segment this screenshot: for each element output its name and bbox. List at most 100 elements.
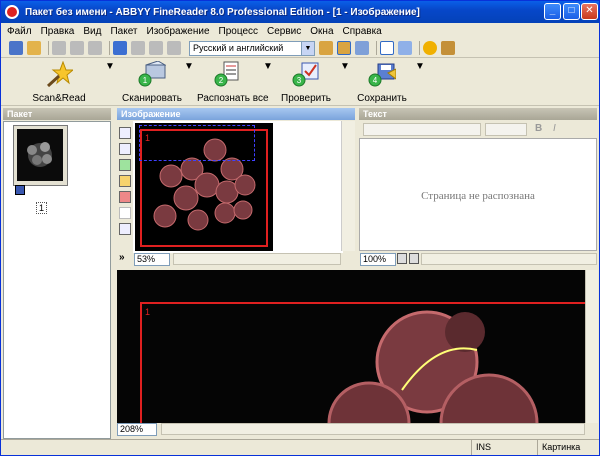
menu-help[interactable]: Справка bbox=[343, 26, 382, 37]
thumbnail-beads-image bbox=[27, 142, 52, 167]
save-icon: 4 bbox=[368, 63, 397, 87]
select-area-icon[interactable] bbox=[119, 127, 131, 139]
window-title: Пакет без имени - ABBYY FineReader 8.0 P… bbox=[25, 6, 420, 18]
language-select[interactable]: Русский и английский ▼ bbox=[189, 40, 315, 56]
undo-icon[interactable] bbox=[113, 41, 127, 55]
show-formatting-icon[interactable] bbox=[397, 253, 407, 264]
redo-icon[interactable] bbox=[131, 41, 145, 55]
page-type-icon bbox=[15, 185, 25, 195]
italic-icon[interactable]: I bbox=[553, 123, 556, 134]
save-dropdown[interactable]: ▼ bbox=[415, 61, 425, 105]
recognize-icon: 2 bbox=[214, 61, 239, 87]
expand-tools-icon[interactable]: » bbox=[119, 252, 125, 263]
copy-icon[interactable] bbox=[70, 41, 84, 55]
image-zoom-select[interactable]: 53% bbox=[134, 253, 170, 266]
bold-icon[interactable]: B bbox=[535, 123, 542, 134]
text-horizontal-scrollbar[interactable] bbox=[421, 253, 597, 265]
menu-windows[interactable]: Окна bbox=[310, 26, 333, 37]
visible-area-frame[interactable] bbox=[139, 125, 255, 161]
recognize-all-button[interactable]: 2 Распознать все bbox=[197, 61, 269, 105]
minimize-button[interactable]: _ bbox=[544, 3, 561, 20]
crop-icon[interactable] bbox=[119, 223, 131, 235]
menu-view[interactable]: Вид bbox=[83, 26, 101, 37]
menu-file[interactable]: Файл bbox=[7, 26, 32, 37]
page-layout-icon[interactable] bbox=[409, 253, 419, 264]
text-window-icon[interactable] bbox=[355, 41, 369, 55]
scan-read-button[interactable]: Scan&Read bbox=[31, 60, 87, 105]
svg-text:4: 4 bbox=[373, 76, 378, 85]
image-zoom-value: 53% bbox=[137, 254, 156, 264]
app-window: Пакет без имени - ABBYY FineReader 8.0 P… bbox=[0, 0, 600, 456]
image-tools bbox=[117, 123, 133, 253]
close-button[interactable]: ✕ bbox=[581, 3, 598, 20]
paste-icon[interactable] bbox=[88, 41, 102, 55]
page-number: 1 bbox=[36, 202, 48, 214]
table-block-icon[interactable] bbox=[119, 175, 131, 187]
check-dropdown[interactable]: ▼ bbox=[340, 61, 350, 105]
image-text-window-icon[interactable] bbox=[337, 41, 351, 55]
save-button[interactable]: 4 Сохранить bbox=[357, 61, 407, 105]
scan-read-label: Scan&Read bbox=[32, 93, 86, 104]
image-horizontal-scrollbar[interactable] bbox=[173, 253, 341, 265]
text-zoom-select[interactable]: 100% bbox=[360, 253, 396, 266]
image-window-icon[interactable] bbox=[319, 41, 333, 55]
menu-edit[interactable]: Правка bbox=[41, 26, 75, 37]
title-bar[interactable]: Пакет без имени - ABBYY FineReader 8.0 P… bbox=[1, 1, 599, 23]
recognize-all-label: Распознать все bbox=[197, 93, 269, 104]
zoom-vertical-scrollbar[interactable] bbox=[585, 270, 598, 423]
help-book-icon[interactable] bbox=[441, 41, 455, 55]
arrow-up-icon[interactable] bbox=[149, 41, 163, 55]
page-thumbnail[interactable] bbox=[17, 129, 63, 181]
one-page-view-icon[interactable] bbox=[380, 41, 394, 55]
text-block-icon[interactable] bbox=[119, 159, 131, 171]
scan-button[interactable]: 1 Сканировать bbox=[121, 60, 183, 105]
menu-process[interactable]: Процесс bbox=[219, 26, 259, 37]
font-size-select[interactable] bbox=[485, 123, 527, 136]
zoom-block-frame[interactable] bbox=[140, 302, 585, 423]
star-wand-icon bbox=[46, 60, 75, 88]
chevron-down-icon[interactable]: ▼ bbox=[301, 41, 314, 55]
zoom-horizontal-scrollbar[interactable] bbox=[161, 423, 585, 435]
svg-text:1: 1 bbox=[143, 76, 148, 85]
recognize-dropdown[interactable]: ▼ bbox=[263, 61, 273, 105]
language-value: Русский и английский bbox=[193, 42, 284, 53]
check-label: Проверить bbox=[281, 93, 332, 104]
select-dashed-icon[interactable] bbox=[119, 143, 131, 155]
image-panel-header[interactable]: Изображение bbox=[117, 108, 355, 120]
maximize-button[interactable]: □ bbox=[563, 3, 580, 20]
block-type-indicator: Картинка bbox=[537, 440, 599, 455]
app-icon bbox=[5, 5, 19, 19]
zoom-block-number: 1 bbox=[145, 307, 151, 317]
standard-toolbar: Русский и английский ▼ bbox=[1, 39, 599, 58]
menu-batch[interactable]: Пакет bbox=[110, 26, 137, 37]
scan-dropdown[interactable]: ▼ bbox=[184, 61, 194, 105]
text-panel-header[interactable]: Текст bbox=[359, 108, 597, 120]
text-zoom-value: 100% bbox=[363, 254, 387, 264]
not-recognized-message: Страница не распознана bbox=[421, 190, 535, 202]
check-icon: 3 bbox=[292, 62, 319, 87]
menu-bar: Файл Правка Вид Пакет Изображение Процес… bbox=[1, 23, 599, 39]
font-name-select[interactable] bbox=[363, 123, 481, 136]
batch-panel-header[interactable]: Пакет bbox=[3, 108, 111, 120]
check-button[interactable]: 3 Проверить bbox=[281, 61, 331, 105]
svg-text:2: 2 bbox=[219, 76, 224, 85]
image-vertical-scrollbar[interactable] bbox=[341, 121, 355, 251]
status-bar: INS Картинка bbox=[1, 439, 599, 455]
menu-tools[interactable]: Сервис bbox=[267, 26, 301, 37]
picture-block-icon[interactable] bbox=[119, 191, 131, 203]
scan-read-toolbar: Scan&Read ▼ 1 Сканировать ▼ 2 Распознать… bbox=[1, 59, 599, 106]
scan-label: Сканировать bbox=[122, 93, 182, 104]
status-message bbox=[1, 440, 471, 455]
menu-image[interactable]: Изображение bbox=[147, 26, 210, 37]
new-batch-icon[interactable] bbox=[9, 41, 23, 55]
open-folder-icon[interactable] bbox=[27, 41, 41, 55]
options-icon[interactable] bbox=[423, 41, 437, 55]
arrow-down-icon[interactable] bbox=[167, 41, 181, 55]
zoom-zoom-select[interactable]: 208% bbox=[117, 423, 157, 436]
scanner-icon: 1 bbox=[138, 60, 167, 87]
two-pages-view-icon[interactable] bbox=[398, 41, 412, 55]
pointer-icon[interactable] bbox=[119, 207, 131, 219]
scan-read-dropdown[interactable]: ▼ bbox=[105, 61, 115, 105]
save-label: Сохранить bbox=[357, 93, 407, 104]
cut-icon[interactable] bbox=[52, 41, 66, 55]
